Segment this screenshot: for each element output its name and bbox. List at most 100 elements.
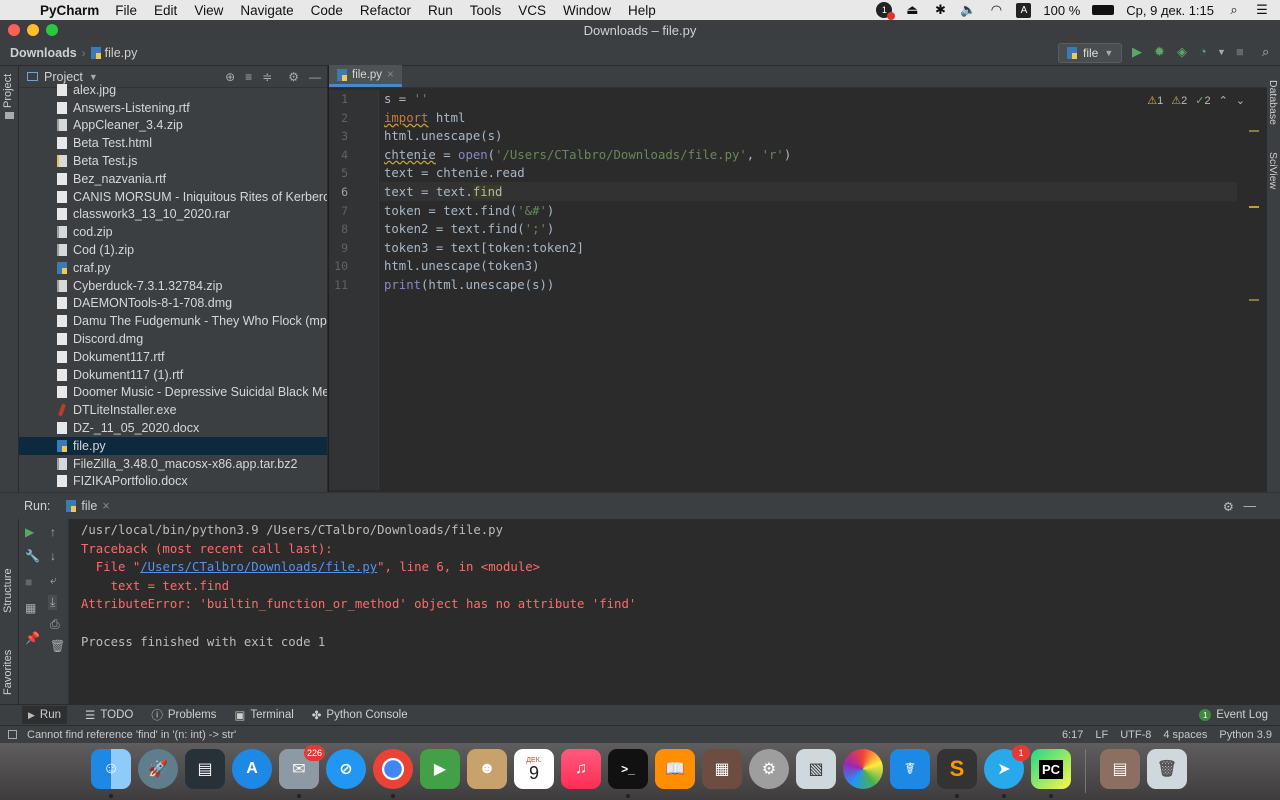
menu-vcs[interactable]: VCS <box>518 3 546 18</box>
diagnostic-icon[interactable]: ☤ <box>890 749 930 789</box>
next-highlight-icon[interactable]: ⌄ <box>1236 94 1245 107</box>
editor-tab-file-py[interactable]: file.py × <box>329 65 402 87</box>
project-file-item[interactable]: DAEMONTools-8-1-708.dmg <box>19 295 327 313</box>
spotlight-search-icon[interactable]: ⌕ <box>1226 2 1242 18</box>
menu-refactor[interactable]: Refactor <box>360 3 411 18</box>
project-file-item[interactable]: Damu The Fudgemunk - They Who Flock (mp3 <box>19 312 327 330</box>
notification-badge-icon[interactable]: 1 <box>876 2 896 20</box>
print-icon[interactable]: ⎙ <box>50 617 60 632</box>
line-separator[interactable]: LF <box>1095 729 1108 741</box>
notification-center-icon[interactable]: ☰ <box>1254 2 1270 18</box>
menu-view[interactable]: View <box>194 3 223 18</box>
file-encoding[interactable]: UTF-8 <box>1120 729 1151 741</box>
project-file-item[interactable]: DZ-_11_05_2020.docx <box>19 419 327 437</box>
trash-icon[interactable]: 🗑 <box>50 639 65 653</box>
project-file-item[interactable]: cod.zip <box>19 223 327 241</box>
problems-tool-button[interactable]: ⓘ Problems <box>151 707 216 723</box>
stop-icon[interactable]: ■ <box>1236 44 1244 59</box>
menu-navigate[interactable]: Navigate <box>240 3 293 18</box>
bluetooth-icon[interactable]: ✱ <box>932 2 948 18</box>
project-file-item[interactable]: Dokument117 (1).rtf <box>19 366 327 384</box>
rerun-icon[interactable]: ▶ <box>25 525 34 539</box>
preview-icon[interactable]: ▧ <box>796 749 836 789</box>
mail-icon[interactable]: ✉ 226 <box>279 745 325 789</box>
caret-position[interactable]: 6:17 <box>1062 729 1083 741</box>
photo-booth-icon[interactable]: ▦ <box>702 749 742 789</box>
up-arrow-icon[interactable]: ↑ <box>50 525 56 539</box>
project-file-item[interactable]: AppCleaner_3.4.zip <box>19 117 327 135</box>
down-arrow-icon[interactable]: ↓ <box>50 549 56 563</box>
inspection-widget[interactable]: ⚠1 ⚠2 ✓2 ⌃ ⌄ <box>1147 94 1245 107</box>
code-line[interactable]: token3 = text[token:token2] <box>384 239 584 258</box>
line-number[interactable]: 3 <box>341 129 348 143</box>
books-icon[interactable]: 📖 <box>655 749 695 789</box>
wrench-icon[interactable]: 🔧 <box>25 549 40 563</box>
menu-run[interactable]: Run <box>428 3 453 18</box>
project-file-item[interactable]: craf.py <box>19 259 327 277</box>
close-tab-icon[interactable]: × <box>102 499 109 513</box>
project-file-item[interactable]: alex.jpg <box>19 81 327 99</box>
project-file-item[interactable]: CANIS MORSUM - Iniquitous Rites of Kerbe… <box>19 188 327 206</box>
run-icon[interactable]: ▶ <box>1132 44 1142 60</box>
sciview-tool-tab[interactable]: SciView <box>1267 152 1279 189</box>
tool-windows-toggle-icon[interactable] <box>8 730 17 739</box>
line-number[interactable]: 5 <box>341 166 348 180</box>
python-console-tool-button[interactable]: ✤ Python Console <box>312 708 408 722</box>
breadcrumb-file[interactable]: file.py <box>105 46 138 60</box>
vpn-icon[interactable]: ⏏ <box>904 2 920 18</box>
layout-icon[interactable]: ▦ <box>25 601 36 615</box>
music-icon[interactable]: ♫ <box>561 749 601 789</box>
menu-help[interactable]: Help <box>628 3 656 18</box>
code-line[interactable]: import html <box>384 109 465 128</box>
menu-clock[interactable]: Ср, 9 дек. 1:15 <box>1126 3 1214 18</box>
menu-tools[interactable]: Tools <box>470 3 502 18</box>
pycharm-icon[interactable]: PC <box>1031 749 1071 789</box>
project-tool-tab[interactable]: Project <box>2 74 14 108</box>
project-file-item[interactable]: Doomer Music - Depressive Suicidal Black… <box>19 384 327 402</box>
launchpad-icon[interactable]: 🚀 <box>138 749 178 789</box>
chevron-down-icon[interactable]: ▼ <box>89 72 98 82</box>
code-line[interactable]: html.unescape(token3) <box>384 257 539 276</box>
favorites-tool-tab[interactable]: Favorites <box>2 650 14 695</box>
status-message[interactable]: Cannot find reference 'find' in '(n: int… <box>27 729 236 741</box>
project-file-item[interactable]: Beta Test.html <box>19 134 327 152</box>
code-line[interactable]: text = text.find <box>384 183 503 202</box>
project-file-item[interactable]: file.py <box>19 436 327 455</box>
code-line[interactable]: token2 = text.find(';') <box>384 220 554 239</box>
wifi-icon[interactable]: ◠ <box>988 2 1004 18</box>
hide-panel-icon[interactable]: — <box>1244 499 1257 513</box>
project-file-item[interactable]: FIZIKAPortfolio.docx <box>19 473 327 491</box>
database-tool-tab[interactable]: Database <box>1267 80 1279 125</box>
project-file-item[interactable]: Beta Test.js <box>19 152 327 170</box>
project-file-item[interactable]: Dokument117.rtf <box>19 348 327 366</box>
error-stripe-mark[interactable] <box>1249 299 1259 301</box>
battery-icon[interactable] <box>1092 5 1115 15</box>
typos-count[interactable]: ✓2 <box>1195 94 1210 107</box>
structure-tool-tab[interactable]: Structure <box>2 568 14 613</box>
trash-icon[interactable]: 🗑 <box>1147 749 1187 789</box>
profile-icon[interactable]: ◔ <box>1199 44 1207 59</box>
error-stripe-mark[interactable] <box>1249 206 1259 208</box>
line-number[interactable]: 7 <box>341 204 348 218</box>
menu-edit[interactable]: Edit <box>154 3 177 18</box>
terminal-app-icon[interactable]: >_ <box>608 749 648 789</box>
facetime-icon[interactable]: ▶ <box>420 749 460 789</box>
indent-setting[interactable]: 4 spaces <box>1163 729 1207 741</box>
close-tab-icon[interactable]: × <box>387 69 394 81</box>
code-line[interactable]: text = chtenie.read <box>384 164 525 183</box>
finder-icon[interactable]: ☺ <box>91 749 131 789</box>
calendar-icon[interactable]: ДЕК. 9 <box>514 749 554 789</box>
line-number[interactable]: 10 <box>334 259 348 273</box>
console-file-link[interactable]: /Users/CTalbro/Downloads/file.py <box>140 560 377 574</box>
coverage-icon[interactable]: ◈ <box>1177 44 1187 60</box>
previous-highlight-icon[interactable]: ⌃ <box>1219 94 1228 107</box>
scroll-to-end-icon[interactable]: ⤓ <box>48 595 58 610</box>
chrome-icon[interactable] <box>373 749 413 789</box>
breadcrumb-folder[interactable]: Downloads <box>10 46 77 60</box>
project-file-item[interactable]: Discord.dmg <box>19 330 327 348</box>
close-window-button[interactable] <box>8 24 20 36</box>
project-file-item[interactable]: classwork3_13_10_2020.rar <box>19 206 327 224</box>
pin-icon[interactable]: 📌 <box>25 631 40 645</box>
search-everywhere-icon[interactable]: ⌕ <box>1262 44 1269 60</box>
code-line[interactable]: chtenie = open('/Users/CTalbro/Downloads… <box>384 146 791 165</box>
